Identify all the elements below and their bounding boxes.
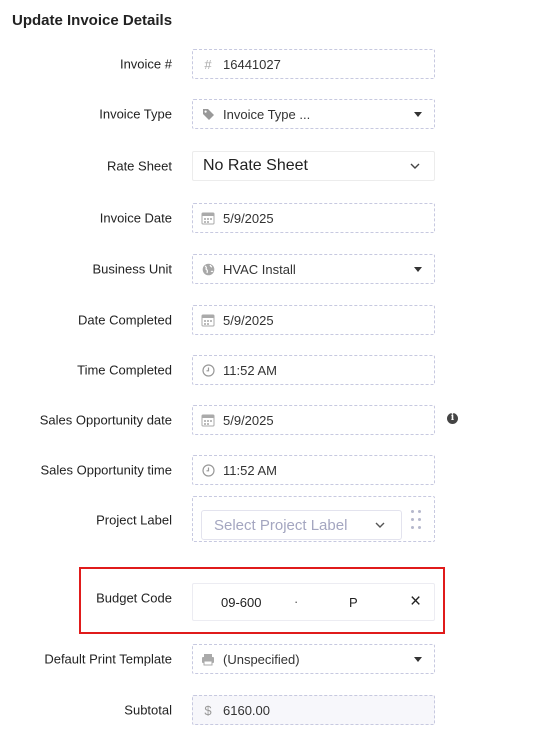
invoice-type-label: Invoice Type: [99, 106, 172, 122]
business-unit-select[interactable]: HVAC Install: [192, 254, 435, 284]
subtotal-value: 6160.00: [223, 702, 270, 718]
subtotal-row: Subtotal $ 6160.00: [0, 695, 538, 725]
page-title: Update Invoice Details: [12, 12, 173, 29]
calendar-icon: [200, 412, 216, 428]
time-completed-value: 11:52 AM: [223, 362, 277, 378]
caret-down-icon: [414, 111, 422, 117]
date-completed-value: 5/9/2025: [223, 312, 274, 328]
date-completed-field[interactable]: 5/9/2025: [192, 305, 435, 335]
calendar-icon: [200, 210, 216, 226]
project-label-row: Project Label Select Project Label: [0, 496, 538, 542]
project-label-select[interactable]: Select Project Label: [201, 510, 402, 540]
sales-opportunity-date-value: 5/9/2025: [223, 412, 274, 428]
invoice-type-value: Invoice Type ...: [223, 106, 311, 122]
sales-opportunity-time-value: 11:52 AM: [223, 462, 277, 478]
info-icon[interactable]: i: [447, 413, 458, 424]
default-print-template-row: Default Print Template (Unspecified): [0, 644, 538, 674]
globe-icon: [200, 261, 216, 277]
hash-icon: #: [204, 56, 212, 72]
invoice-number-field[interactable]: # 16441027: [192, 49, 435, 79]
rate-sheet-label: Rate Sheet: [106, 158, 172, 174]
default-print-template-value: (Unspecified): [223, 651, 300, 667]
sales-opportunity-date-field[interactable]: 5/9/2025: [192, 405, 435, 435]
invoice-type-row: Invoice Type Invoice Type ...: [0, 99, 538, 129]
business-unit-label: Business Unit: [92, 261, 172, 277]
time-completed-row: Time Completed 11:52 AM: [0, 355, 538, 385]
invoice-number-label: Invoice #: [119, 56, 172, 72]
invoice-date-label: Invoice Date: [99, 210, 172, 226]
tag-icon: [200, 106, 216, 122]
invoice-number-row: Invoice # # 16441027: [0, 49, 538, 79]
rate-sheet-row: Rate Sheet No Rate Sheet: [0, 151, 538, 181]
business-unit-row: Business Unit HVAC Install: [0, 254, 538, 284]
time-completed-field[interactable]: 11:52 AM: [192, 355, 435, 385]
business-unit-value: HVAC Install: [223, 261, 296, 277]
date-completed-label: Date Completed: [78, 312, 172, 328]
default-print-template-label: Default Print Template: [44, 651, 172, 667]
default-print-template-select[interactable]: (Unspecified): [192, 644, 435, 674]
date-completed-row: Date Completed 5/9/2025: [0, 305, 538, 335]
clock-icon: [200, 462, 216, 478]
clock-icon: [200, 362, 216, 378]
invoice-date-value: 5/9/2025: [223, 210, 274, 226]
caret-down-icon: [414, 656, 422, 662]
invoice-date-row: Invoice Date 5/9/2025: [0, 203, 538, 233]
sales-opportunity-time-field[interactable]: 11:52 AM: [192, 455, 435, 485]
sales-opportunity-time-label: Sales Opportunity time: [40, 462, 172, 478]
dollar-icon: $: [204, 702, 212, 718]
chevron-down-icon: [410, 163, 420, 169]
time-completed-label: Time Completed: [77, 362, 172, 378]
sales-opportunity-date-label: Sales Opportunity date: [39, 412, 172, 428]
project-label-label: Project Label: [96, 512, 172, 528]
calendar-icon: [200, 312, 216, 328]
budget-code-highlight: [79, 567, 445, 634]
chevron-down-icon: [375, 522, 385, 528]
invoice-number-value: 16441027: [223, 56, 281, 72]
invoice-date-field[interactable]: 5/9/2025: [192, 203, 435, 233]
sales-opportunity-time-row: Sales Opportunity time 11:52 AM: [0, 455, 538, 485]
drag-handle-icon[interactable]: [411, 510, 423, 532]
subtotal-label: Subtotal: [124, 702, 172, 718]
caret-down-icon: [414, 266, 422, 272]
project-label-container: Select Project Label: [192, 496, 435, 542]
sales-opportunity-date-row: Sales Opportunity date 5/9/2025 i: [0, 405, 538, 435]
subtotal-field: $ 6160.00: [192, 695, 435, 725]
printer-icon: [200, 651, 216, 667]
project-label-placeholder: Select Project Label: [214, 516, 348, 534]
rate-sheet-select[interactable]: No Rate Sheet: [192, 151, 435, 181]
invoice-type-select[interactable]: Invoice Type ...: [192, 99, 435, 129]
rate-sheet-value: No Rate Sheet: [203, 157, 308, 174]
